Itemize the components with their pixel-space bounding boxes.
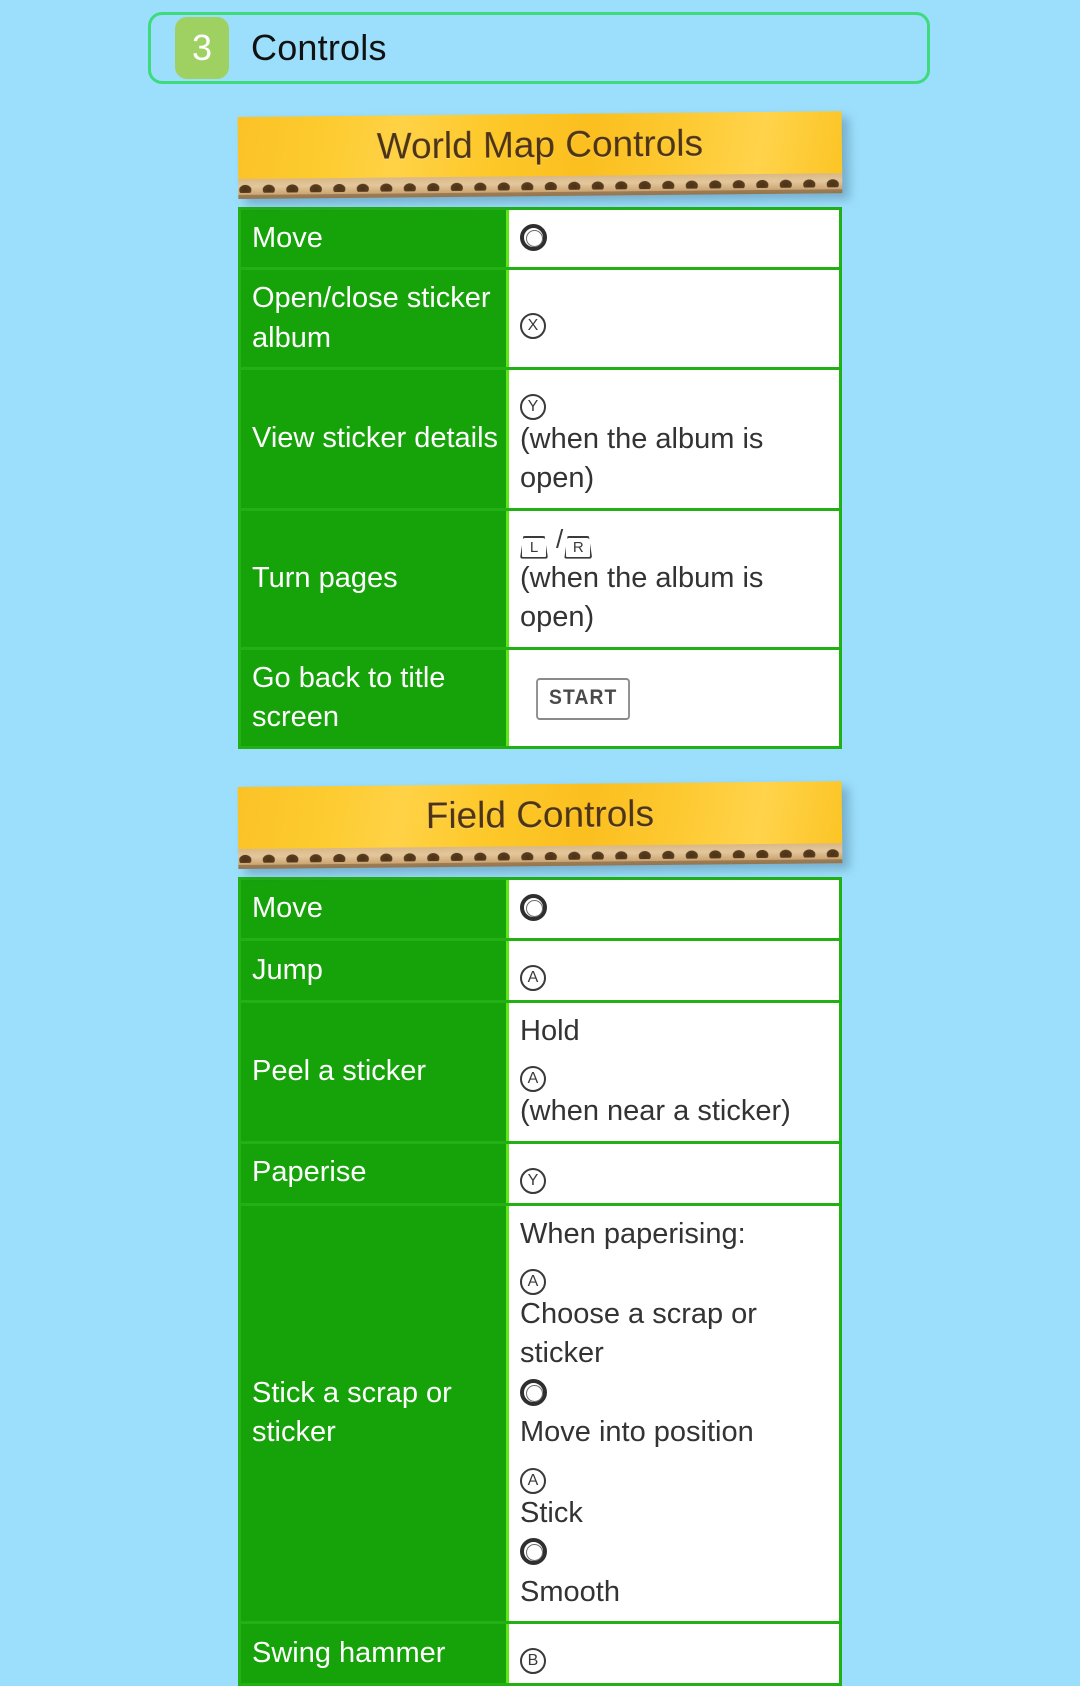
button-mapping-cell: START	[509, 649, 839, 747]
circle-pad-icon	[520, 1538, 547, 1566]
mapping-line	[520, 889, 554, 928]
control-note-text: (when near a sticker)	[520, 1095, 791, 1128]
table-row: Turn pages L / R (when the album is open)	[241, 510, 839, 647]
button-a-icon: A	[520, 964, 546, 991]
control-note-text: Move into position	[520, 1416, 754, 1449]
shoulder-l-icon: L	[520, 535, 548, 559]
controls-section: Field Controls Move Jump A Peel a sticker Hol…	[237, 781, 843, 1686]
button-mapping-cell: B	[509, 1624, 839, 1683]
section-banner: World Map Controls	[237, 111, 843, 199]
action-label: View sticker details	[241, 369, 506, 508]
mapping-line: B	[520, 1633, 553, 1674]
control-note-text: Choose a scrap or sticker	[520, 1297, 757, 1370]
controls-table: Move Jump A Peel a sticker Hold A (when near a…	[238, 877, 842, 1686]
button-mapping-cell	[509, 210, 839, 268]
table-row: Jump A	[241, 940, 839, 1000]
table-row: Go back to title screen START	[241, 649, 839, 747]
action-label: Jump	[241, 940, 506, 1000]
mapping-line: L / R (when the album is open)	[520, 520, 839, 638]
start-button-icon: START	[536, 678, 631, 720]
mapping-line-stack: When paperising: A Choose a scrap or stick…	[520, 1215, 839, 1613]
action-label: Swing hammer	[241, 1624, 506, 1683]
button-y-icon: Y	[520, 1167, 546, 1194]
action-label: Move	[241, 210, 506, 268]
mapping-line: Y	[520, 1153, 553, 1194]
section-banner-title: Field Controls	[425, 793, 655, 837]
action-label: Stick a scrap or sticker	[241, 1205, 506, 1621]
button-mapping-cell: Y	[509, 1143, 839, 1203]
button-a-icon: A	[520, 1066, 546, 1093]
button-mapping-cell: A	[509, 940, 839, 1000]
circle-pad-icon	[520, 894, 547, 922]
button-y-icon: Y	[520, 393, 546, 420]
mapping-line: Hold A (when near a sticker)	[520, 1012, 791, 1132]
controls-table: Move Open/close sticker album X View sticke…	[238, 207, 842, 750]
action-label: Open/close sticker album	[241, 270, 506, 367]
mapping-line: X	[520, 298, 553, 340]
mapping-line	[520, 219, 554, 258]
control-note-text: Stick	[520, 1496, 583, 1529]
shoulder-r-icon: R	[564, 535, 593, 559]
button-mapping-cell: Hold A (when near a sticker)	[509, 1002, 839, 1141]
control-note-text: (when the album is open)	[520, 562, 764, 634]
control-note-text: Smooth	[520, 1575, 620, 1608]
mapping-line: A Choose a scrap or sticker	[520, 1254, 839, 1374]
mapping-line: A Stick	[520, 1453, 839, 1533]
action-label: Move	[241, 880, 506, 938]
table-row: Move	[241, 880, 839, 938]
action-label: Go back to title screen	[241, 649, 506, 747]
button-mapping-cell: When paperising: A Choose a scrap or stick…	[509, 1205, 839, 1621]
mapping-line: Y (when the album is open)	[520, 379, 839, 499]
table-row: Peel a sticker Hold A (when near a sticker)	[241, 1002, 839, 1141]
slash-separator: /	[556, 523, 564, 554]
button-mapping-cell: L / R (when the album is open)	[509, 510, 839, 647]
table-row: View sticker details Y (when the album is …	[241, 369, 839, 508]
circle-pad-icon	[520, 1378, 547, 1406]
page-title: Controls	[251, 27, 387, 68]
table-row: Paperise Y	[241, 1143, 839, 1203]
button-mapping-cell: X	[509, 270, 839, 367]
button-x-icon: X	[520, 313, 546, 340]
mapping-line: A	[520, 950, 553, 991]
mapping-line: Smooth	[520, 1533, 839, 1612]
mapping-line: START	[520, 676, 634, 720]
mapping-line: When paperising:	[520, 1215, 839, 1254]
chapter-header: 3 Controls	[148, 12, 930, 84]
chapter-number-badge: 3	[175, 17, 229, 79]
button-mapping-cell: Y (when the album is open)	[509, 369, 839, 508]
button-a-icon: A	[520, 1467, 546, 1494]
button-b-icon: B	[520, 1648, 546, 1674]
control-note-text: Hold	[520, 1014, 580, 1047]
control-note-text: (when the album is open)	[520, 422, 764, 495]
control-note-text: When paperising:	[520, 1217, 746, 1250]
table-row: Open/close sticker album X	[241, 270, 839, 367]
circle-pad-icon	[520, 224, 547, 251]
action-label: Peel a sticker	[241, 1002, 506, 1141]
mapping-line: Move into position	[520, 1374, 839, 1453]
action-label: Paperise	[241, 1143, 506, 1203]
table-row: Stick a scrap or sticker When paperising:…	[241, 1205, 839, 1621]
table-row: Move	[241, 210, 839, 268]
section-banner: Field Controls	[237, 781, 843, 870]
table-row: Swing hammer B	[241, 1624, 839, 1683]
action-label: Turn pages	[241, 510, 506, 647]
button-mapping-cell	[509, 880, 839, 938]
controls-section: World Map Controls Move Open/close sticker…	[237, 111, 843, 750]
button-a-icon: A	[520, 1268, 546, 1295]
section-banner-title: World Map Controls	[376, 122, 704, 167]
